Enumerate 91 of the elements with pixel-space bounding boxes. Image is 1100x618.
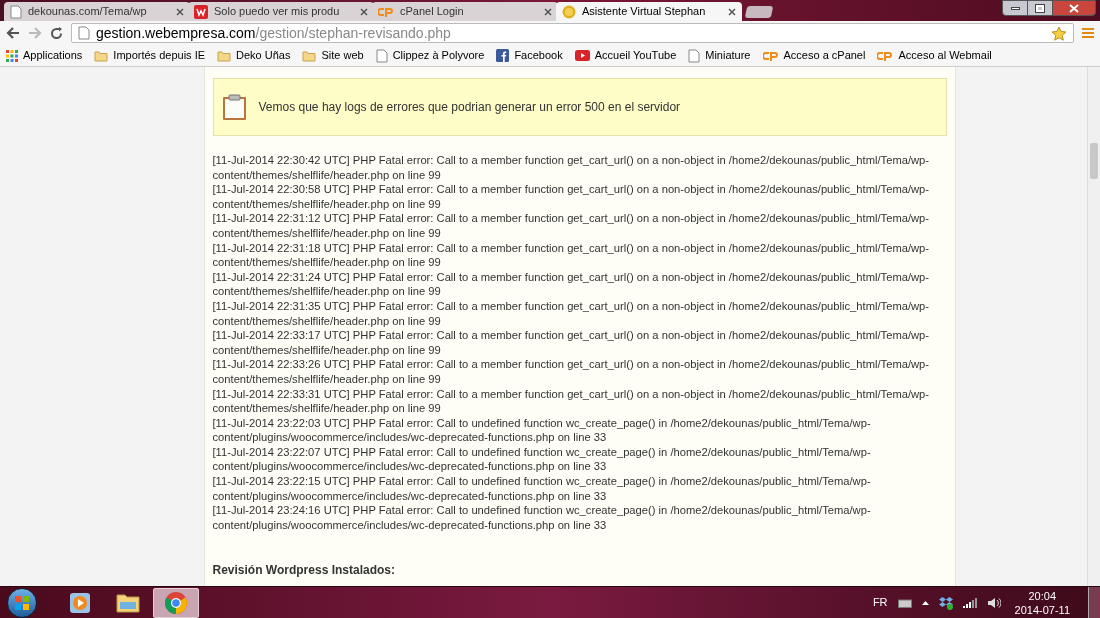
close-icon[interactable]: [544, 7, 552, 16]
log-line: content/themes/shelflife/header.php on line 99: [212, 401, 441, 416]
dropbox-icon[interactable]: [938, 595, 953, 610]
log-line: [11-Jul-2014 22:33:31 UTC] PHP Fatal error: Call to a member function get_cart_url() on a non-object in /home2/dekounas/public_html/Tema/wp-: [212, 386, 930, 402]
log-line: content/plugins/woocommerce/includes/wc-deprecated-functions.php on line 33: [212, 430, 607, 445]
browser-tab[interactable]: cPanel Login: [372, 2, 558, 21]
log-line: [11-Jul-2014 22:30:58 UTC] PHP Fatal error: Call to a member function get_cart_url() on a non-object in /home2/dekounas/public_html/Tema/wp-: [212, 182, 930, 197]
log-line: [11-Jul-2014 22:31:12 UTC] PHP Fatal error: Call to a member function get_cart_url() on a non-object in /home2/dekounas/public_html/Tema/wp-: [212, 211, 930, 226]
facebook-icon: [496, 49, 510, 62]
tab-title: dekounas.com/Tema/wp: [28, 4, 148, 20]
new-tab-button[interactable]: [744, 6, 774, 18]
restore-button[interactable]: [1028, 0, 1052, 16]
bookmark[interactable]: Clippez à Polyvore: [375, 47, 485, 64]
signal-icon[interactable]: [962, 597, 977, 608]
bookmark[interactable]: Applications: [6, 47, 83, 64]
language-indicator[interactable]: FR: [872, 594, 888, 611]
tray-arrow-icon[interactable]: [921, 600, 929, 605]
logo-icon: [194, 4, 208, 19]
tab-title: cPanel Login: [400, 4, 465, 20]
cpanel-icon: [762, 49, 779, 62]
browser-tab[interactable]: Asistente Virtual Stephan: [556, 2, 742, 21]
close-icon[interactable]: [176, 7, 184, 16]
folder-icon: [217, 49, 232, 62]
close-icon: [1069, 3, 1079, 13]
log-line: content/themes/shelflife/header.php on line 99: [212, 284, 441, 299]
media-player-icon: [69, 591, 91, 614]
tab-title: Asistente Virtual Stephan: [582, 4, 707, 20]
log-line: [11-Jul-2014 22:31:24 UTC] PHP Fatal error: Call to a member function get_cart_url() on a non-object in /home2/dekounas/public_html/Tema/wp-: [212, 269, 930, 285]
start-button[interactable]: [7, 587, 37, 618]
taskbar-app[interactable]: [153, 587, 199, 618]
log-line: [11-Jul-2014 23:22:15 UTC] PHP Fatal error: Call to undefined function wc_create_page() in /home2/dekounas/public_html/Tema/wp-: [212, 474, 871, 489]
page-icon: [375, 48, 388, 63]
log-line: content/themes/shelflife/header.php on line 99: [212, 313, 441, 329]
folder-icon: [115, 591, 141, 614]
log-line: content/themes/shelflife/header.php on line 99: [212, 371, 441, 387]
log-line: content/themes/shelflife/header.php on line 99: [212, 255, 441, 270]
log-line: [11-Jul-2014 23:22:03 UTC] PHP Fatal error: Call to undefined function wc_create_page() in /home2/dekounas/public_html/Tema/wp-: [212, 415, 871, 431]
clipboard-icon: [221, 93, 247, 121]
keyboard-icon[interactable]: [897, 597, 912, 608]
volume-icon[interactable]: [986, 596, 1001, 609]
close-icon[interactable]: [360, 7, 368, 16]
bookmark[interactable]: Miniature: [688, 47, 751, 64]
scrollbar[interactable]: [1087, 67, 1100, 586]
log-line: content/themes/shelflife/header.php on line 99: [212, 167, 441, 183]
bookmark[interactable]: Facebook: [496, 47, 563, 64]
coin-icon: [562, 4, 576, 19]
back-arrow-icon[interactable]: [6, 27, 20, 39]
log-line: [11-Jul-2014 22:30:42 UTC] PHP Fatal error: Call to a member function get_cart_url() on a non-object in /home2/dekounas/public_html/Tema/wp-: [212, 153, 930, 168]
bookmark[interactable]: Accueil YouTube: [574, 47, 677, 64]
log-line: [11-Jul-2014 23:24:16 UTC] PHP Fatal error: Call to undefined function wc_create_page() in /home2/dekounas/public_html/Tema/wp-: [212, 503, 871, 518]
chrome-icon: [164, 590, 188, 615]
close-icon[interactable]: [728, 7, 736, 16]
tab-title: Solo puedo ver mis produ: [214, 4, 341, 20]
minimize-button[interactable]: [1002, 0, 1028, 16]
log-line: content/themes/shelflife/header.php on line 99: [212, 196, 441, 212]
cpanel-icon: [877, 49, 894, 62]
log-line: content/plugins/woocommerce/includes/wc-deprecated-functions.php on line 33: [212, 459, 607, 475]
video-play-icon: [574, 50, 590, 61]
log-line: content/themes/shelflife/header.php on line 99: [212, 225, 441, 241]
apps-grid-icon: [6, 49, 18, 62]
log-line: content/plugins/woocommerce/includes/wc-deprecated-functions.php on line 33: [212, 488, 607, 504]
log-line: [11-Jul-2014 23:22:07 UTC] PHP Fatal error: Call to undefined function wc_create_page() in /home2/dekounas/public_html/Tema/wp-: [212, 444, 871, 460]
clock[interactable]: 20:04 2014-07-11: [1010, 588, 1074, 617]
log-line: [11-Jul-2014 22:33:17 UTC] PHP Fatal error: Call to a member function get_cart_url() on a non-object in /home2/dekounas/public_html/Tema/wp-: [212, 328, 930, 343]
log-line: [11-Jul-2014 22:33:26 UTC] PHP Fatal error: Call to a member function get_cart_url() on a non-object in /home2/dekounas/public_html/Tema/wp-: [212, 357, 930, 372]
folder-icon: [302, 49, 317, 62]
bookmark[interactable]: Site web: [302, 47, 364, 64]
page-icon: [688, 48, 701, 63]
log-line: [11-Jul-2014 22:31:18 UTC] PHP Fatal error: Call to a member function get_cart_url() on a non-object in /home2/dekounas/public_html/Tema/wp-: [212, 240, 930, 256]
browser-tab[interactable]: Solo puedo ver mis produ: [188, 2, 374, 21]
bookmark[interactable]: Acceso a cPanel: [762, 47, 866, 64]
bookmark[interactable]: Acceso al Webmail: [877, 47, 992, 64]
log-line: content/themes/shelflife/header.php on line 99: [212, 342, 441, 358]
reload-icon[interactable]: [50, 26, 63, 40]
star-icon[interactable]: [1051, 25, 1067, 41]
section-heading: Revisión Wordpress Instalados:: [212, 562, 396, 580]
window-panes-icon: [15, 595, 29, 610]
bookmark[interactable]: Deko Uñas: [217, 47, 291, 64]
close-button[interactable]: [1052, 0, 1096, 16]
browser-tab[interactable]: dekounas.com/Tema/wp: [4, 2, 190, 21]
page-icon: [78, 26, 90, 40]
show-desktop-button[interactable]: [1088, 587, 1100, 618]
log-line: [11-Jul-2014 22:31:35 UTC] PHP Fatal error: Call to a member function get_cart_url() on a non-object in /home2/dekounas/public_html/Tema/wp-: [212, 298, 930, 314]
bookmark[interactable]: Importés depuis IE: [94, 47, 206, 64]
cpanel-icon: [378, 5, 394, 18]
alert-message: Vemos que hay logs de errores que podrian generar un error 500 en el servidor: [258, 99, 681, 116]
address-bar[interactable]: gestion.webempresa.com/gestion/stephan-revisando.php: [71, 23, 1074, 43]
page-icon: [10, 4, 22, 19]
url-text: gestion.webempresa.com/gestion/stephan-revisando.php: [96, 23, 452, 43]
folder-icon: [94, 49, 109, 62]
log-line: content/plugins/woocommerce/includes/wc-deprecated-functions.php on line 33: [212, 517, 607, 533]
